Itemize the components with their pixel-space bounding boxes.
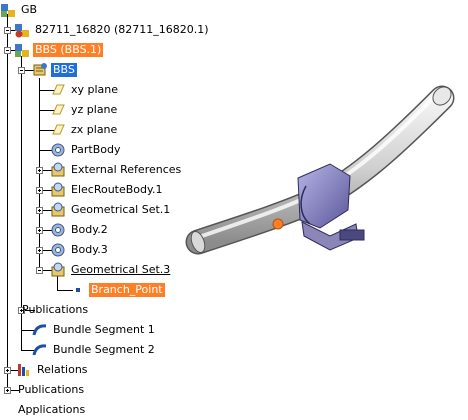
tree-node-bbs-part[interactable]: BBS [32,62,77,78]
tree-node-bundle-segment-2[interactable]: Bundle Segment 2 [32,342,157,358]
tree-line-part [39,78,40,272]
bundle-segment-icon [32,344,47,356]
tree-node-yz-plane[interactable]: yz plane [50,102,119,118]
relations-icon [18,364,29,376]
body-gear-icon [51,223,65,237]
expand-toggle[interactable] [36,227,43,234]
tree-label: 82711_16820 (82711_16820.1) [35,23,209,36]
tree-label: Bundle Segment 1 [53,323,155,336]
tree-line-geoset3 [57,276,58,290]
tree-node-gb[interactable]: GB [0,2,39,18]
plane-icon [52,84,65,95]
tree-node-elecroutebody[interactable]: ElecRouteBody.1 [50,182,164,198]
tree-label: Publications [22,303,89,316]
tree-node-zx-plane[interactable]: zx plane [50,122,119,138]
collapse-toggle[interactable] [4,47,11,54]
tree-line-root [7,14,8,390]
tree-node-bbs-product[interactable]: BBS (BBS.1) [14,42,104,58]
geometrical-set-icon [51,182,65,197]
tree-label: BBS (BBS.1) [33,43,104,57]
tree-label: Body.3 [71,243,108,256]
part-icon [33,63,47,76]
tree-node-branch-point[interactable]: Branch_Point [70,282,165,298]
collapse-toggle[interactable] [4,27,11,34]
product-icon [15,24,29,38]
bundle-segment-icon [32,324,47,336]
expand-toggle[interactable] [36,167,43,174]
body-gear-icon [51,143,65,157]
tree-label: Applications [18,403,86,416]
tree-label: Geometrical Set.1 [71,203,171,216]
plane-icon [52,104,65,115]
tree-label: Relations [37,363,88,376]
tree-label: Body.2 [71,223,108,236]
expand-toggle[interactable] [36,187,43,194]
branch-point-marker[interactable] [272,218,284,230]
tree-label: Branch_Point [89,283,165,297]
collapse-toggle[interactable] [18,67,25,74]
tree-label: PartBody [71,143,121,156]
tree-node-82711[interactable]: 82711_16820 (82711_16820.1) [14,22,211,38]
tree-node-relations[interactable]: Relations [16,362,90,378]
plane-icon [52,124,65,135]
tree-label: ElecRouteBody.1 [71,183,163,196]
tree-node-body3[interactable]: Body.3 [50,242,110,258]
product-icon [1,4,15,17]
tree-label: External References [71,163,182,176]
point-icon [76,288,80,292]
expand-toggle[interactable] [36,247,43,254]
tree-node-partbody[interactable]: PartBody [50,142,122,158]
tree-node-geoset3[interactable]: Geometrical Set.3 [50,262,172,278]
tree-label: Geometrical Set.3 [71,263,171,276]
tree-node-publications-inner[interactable]: Publications [20,302,90,318]
geometrical-set-icon [51,262,65,277]
harness-3d-viewport[interactable] [180,60,468,270]
tree-node-body2[interactable]: Body.2 [50,222,110,238]
tree-node-bundle-segment-1[interactable]: Bundle Segment 1 [32,322,157,338]
body-gear-icon [51,243,65,257]
collapse-toggle[interactable] [36,267,43,274]
tree-label: GB [21,3,38,16]
tree-node-external-references[interactable]: External References [50,162,183,178]
tree-label: xy plane [71,83,119,96]
tree-label: BBS [51,63,77,77]
tree-node-geoset1[interactable]: Geometrical Set.1 [50,202,172,218]
expand-toggle[interactable] [36,207,43,214]
product-icon [15,44,29,57]
tree-node-xy-plane[interactable]: xy plane [50,82,120,98]
tree-label: zx plane [71,123,118,136]
geometrical-set-icon [51,162,65,177]
expand-toggle[interactable] [4,367,11,374]
tree-label: Bundle Segment 2 [53,343,155,356]
geometrical-set-icon [51,202,65,217]
tree-label: Publications [18,383,85,396]
tree-node-applications[interactable]: Applications [16,402,87,418]
expand-toggle[interactable] [4,387,11,394]
tree-label: yz plane [71,103,118,116]
tree-node-publications-outer[interactable]: Publications [16,382,86,398]
